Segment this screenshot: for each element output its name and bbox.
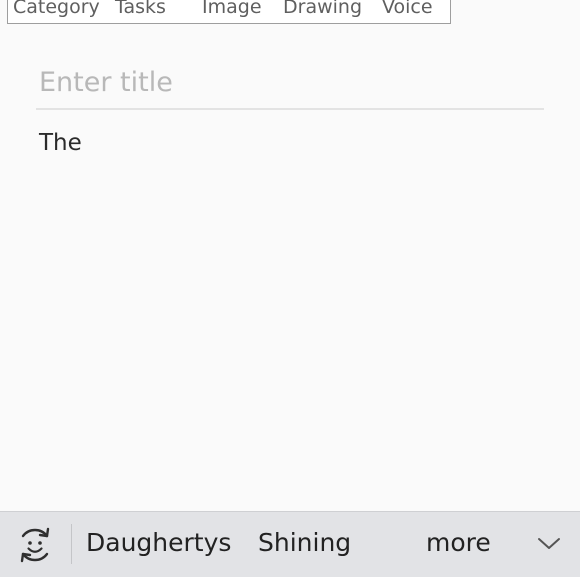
toolbar-tasks-button[interactable]: Tasks <box>115 0 166 18</box>
chevron-down-icon[interactable] <box>534 529 564 559</box>
insert-toolbar: Category Tasks Image Drawing Voice <box>7 0 451 24</box>
toolbar-drawing-button[interactable]: Drawing <box>283 0 362 18</box>
memo-editor-screen: Category Tasks Image Drawing Voice The D… <box>0 0 580 577</box>
emoji-toggle-icon[interactable] <box>14 524 56 566</box>
suggestion-word-1[interactable]: Daughertys <box>86 527 231 559</box>
toolbar-voice-button[interactable]: Voice <box>382 0 433 18</box>
suggestion-divider <box>71 524 72 564</box>
toolbar-image-button[interactable]: Image <box>202 0 262 18</box>
memo-body-text[interactable]: The <box>39 128 539 158</box>
suggestion-more-button[interactable]: more <box>426 527 491 559</box>
keyboard-suggestion-bar: Daughertys Shining more <box>0 511 580 577</box>
suggestion-word-2[interactable]: Shining <box>258 527 351 559</box>
title-input[interactable] <box>36 56 544 110</box>
toolbar-category-button[interactable]: Category <box>13 0 100 18</box>
